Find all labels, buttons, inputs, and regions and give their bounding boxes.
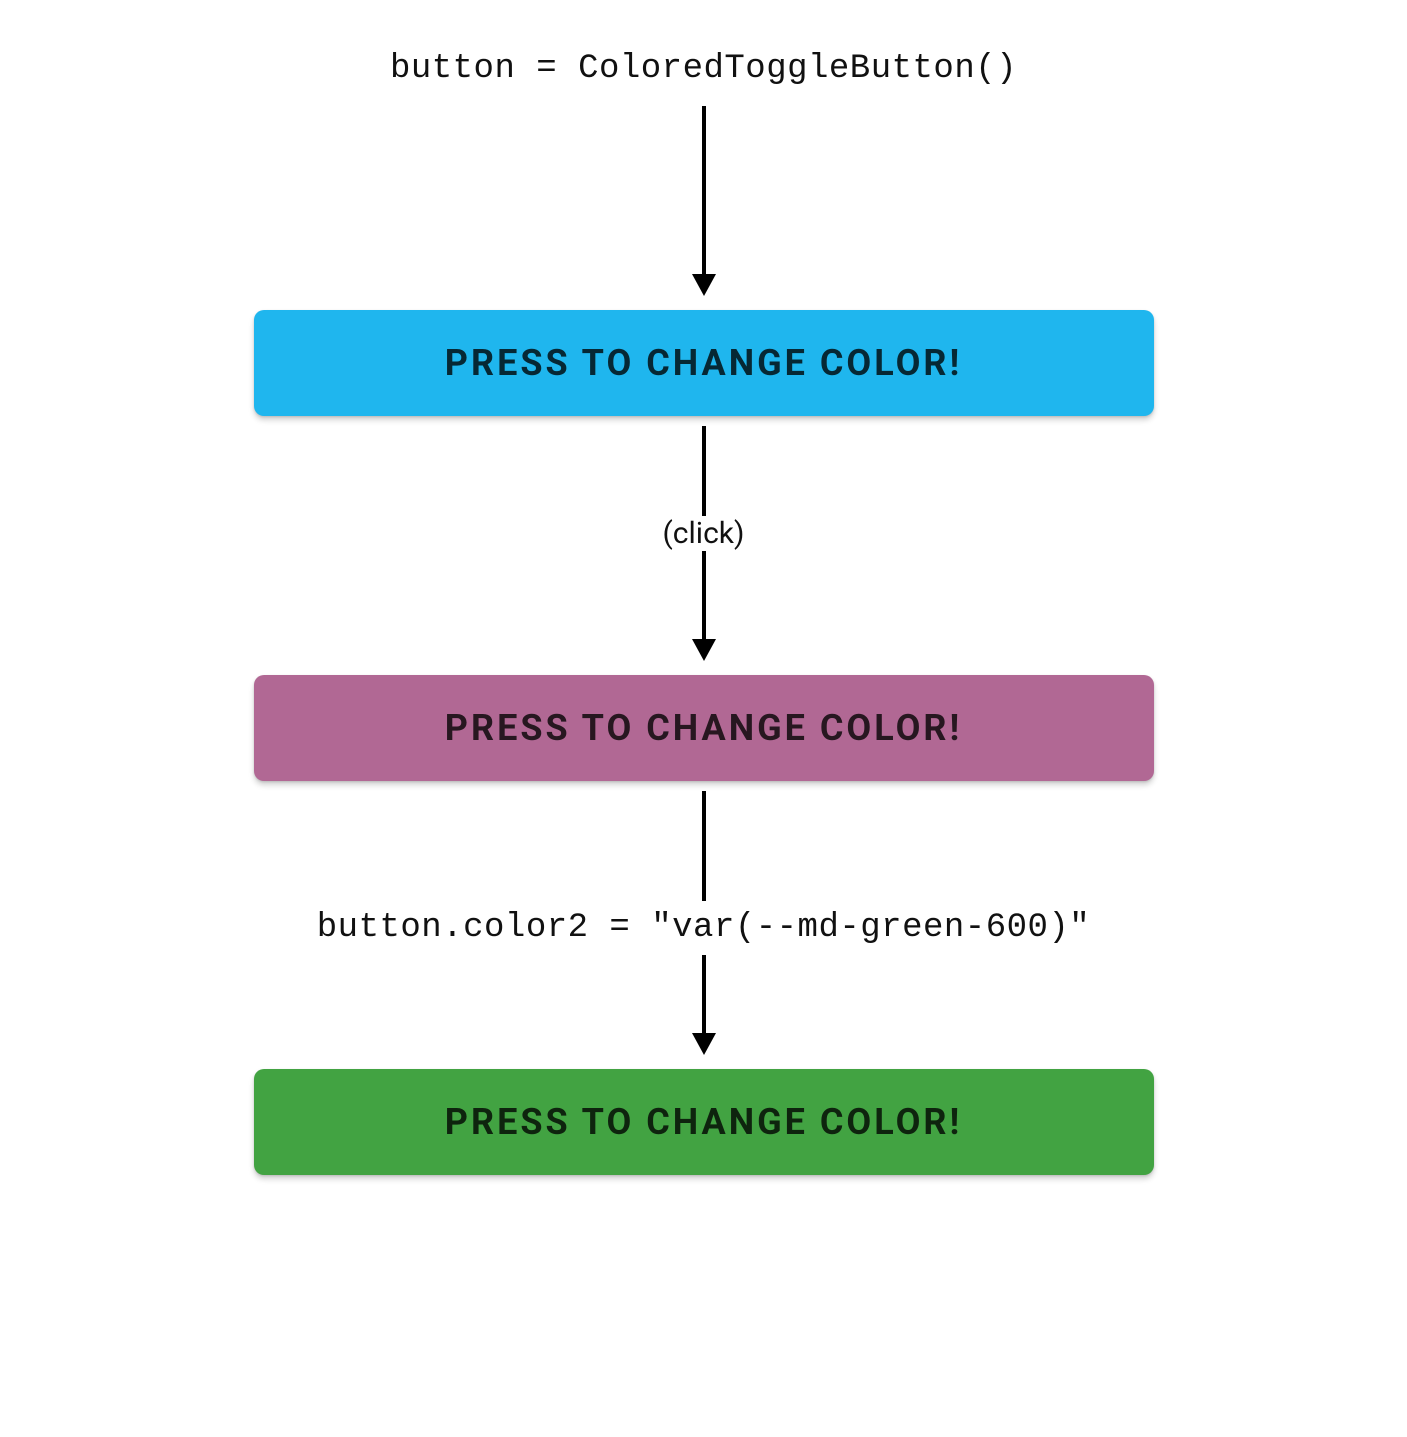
toggle-button-state-2[interactable]: PRESS TO CHANGE COLOR!: [254, 675, 1154, 781]
toggle-button-label: PRESS TO CHANGE COLOR!: [445, 707, 962, 749]
code-line-1: button = ColoredToggleButton(): [390, 50, 1017, 88]
toggle-button-label: PRESS TO CHANGE COLOR!: [445, 342, 962, 384]
arrow-down-icon: [684, 106, 724, 296]
toggle-button-label: PRESS TO CHANGE COLOR!: [445, 1101, 962, 1143]
code-line-2: button.color2 = "var(--md-green-600)": [317, 909, 1090, 947]
arrow-down-icon: [684, 791, 724, 901]
toggle-button-state-1[interactable]: PRESS TO CHANGE COLOR!: [254, 310, 1154, 416]
toggle-button-state-3[interactable]: PRESS TO CHANGE COLOR!: [254, 1069, 1154, 1175]
click-annotation: (click): [663, 516, 745, 551]
arrow-down-icon: [684, 955, 724, 1055]
arrow-down-icon: [684, 551, 724, 661]
arrow-down-icon: [684, 426, 724, 516]
diagram-stage: button = ColoredToggleButton() PRESS TO …: [0, 0, 1407, 1437]
